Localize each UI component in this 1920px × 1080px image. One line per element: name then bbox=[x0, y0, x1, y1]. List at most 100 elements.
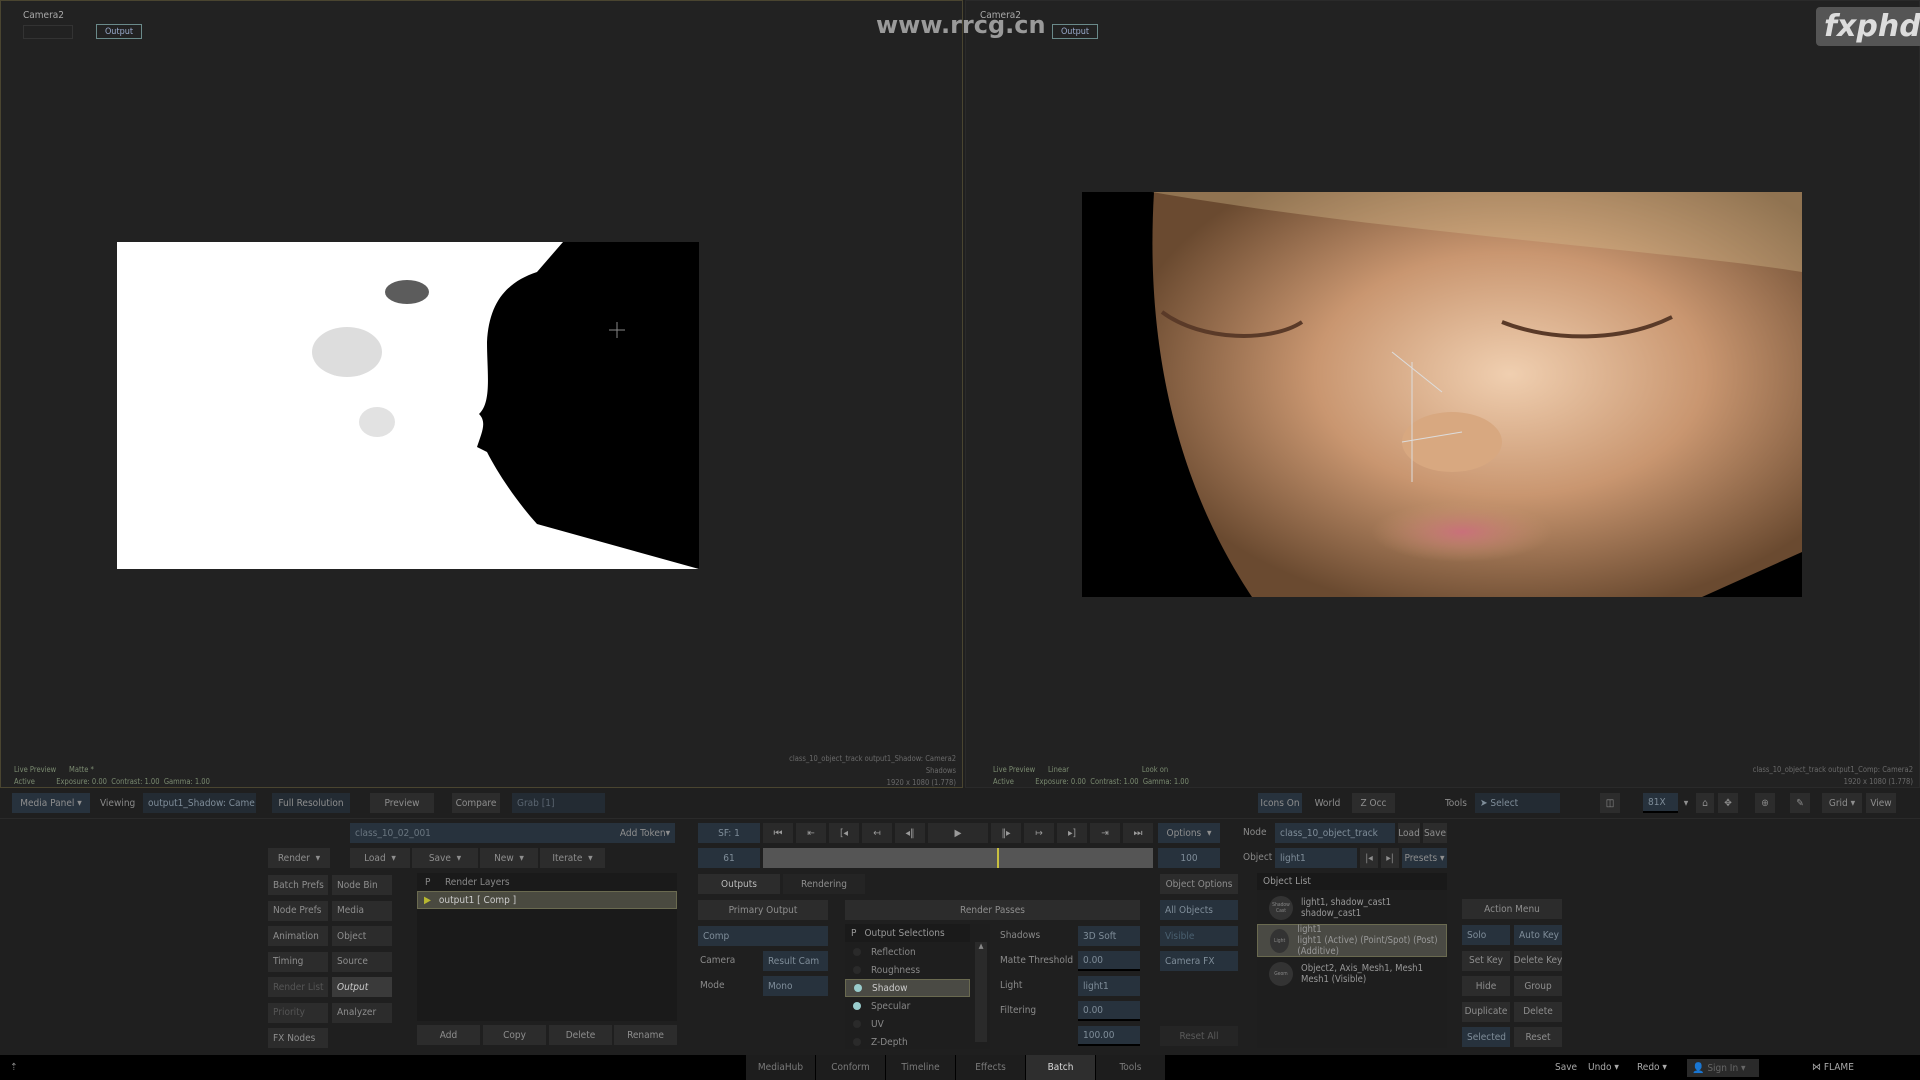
z-occ-button[interactable]: Z Occ bbox=[1352, 793, 1395, 813]
filtering-field[interactable]: 0.00 bbox=[1078, 1001, 1140, 1021]
node-load-button[interactable]: Load bbox=[1398, 823, 1420, 843]
grid-button[interactable]: Grid ▾ bbox=[1822, 793, 1862, 813]
tab-batch[interactable]: Batch bbox=[1026, 1055, 1095, 1080]
select-tool[interactable]: ➤ Select bbox=[1475, 793, 1560, 813]
visible-select[interactable]: Visible bbox=[1160, 926, 1238, 946]
pass-toggle-icon[interactable] bbox=[853, 948, 861, 956]
batch-nav-button[interactable]: Timing bbox=[268, 951, 328, 972]
tab-rendering[interactable]: Rendering bbox=[783, 874, 865, 894]
target-icon[interactable]: ⊕ bbox=[1755, 793, 1775, 813]
prev-keyframe-icon[interactable]: ↤ bbox=[862, 823, 892, 843]
play-button[interactable]: ▶ bbox=[928, 823, 988, 843]
pass-toggle-icon[interactable] bbox=[853, 966, 861, 974]
left-viewport[interactable]: Camera2 Output Live Preview Matte * Acti… bbox=[0, 0, 963, 788]
iterate-button[interactable]: Iterate ▾ bbox=[540, 848, 605, 868]
batch-nav-button[interactable]: Node Prefs bbox=[268, 900, 328, 921]
pass-toggle-icon[interactable] bbox=[853, 1038, 861, 1046]
full-resolution-button[interactable]: Full Resolution bbox=[272, 793, 350, 813]
tab-conform[interactable]: Conform bbox=[816, 1055, 885, 1080]
end-frame-field[interactable]: 100 bbox=[1158, 848, 1220, 868]
load-button[interactable]: Load ▾ bbox=[350, 848, 410, 868]
matte-threshold-field[interactable]: 0.00 bbox=[1078, 951, 1140, 971]
action-button[interactable]: Duplicate bbox=[1462, 1001, 1510, 1022]
action-button[interactable]: Set Key bbox=[1462, 950, 1510, 971]
viewing-select[interactable]: output1_Shadow: Came bbox=[143, 793, 256, 813]
action-button[interactable]: Group bbox=[1514, 976, 1562, 996]
save-button[interactable]: Save ▾ bbox=[412, 848, 478, 868]
batch-nav-button[interactable]: Priority bbox=[268, 1002, 328, 1023]
object-list-item[interactable]: Light light1 light1 (Active) (Point/Spot) … bbox=[1257, 924, 1447, 957]
next-key-icon[interactable]: ⇥ bbox=[1090, 823, 1120, 843]
move-icon[interactable]: ✥ bbox=[1718, 793, 1738, 813]
tab-mediahub[interactable]: MediaHub bbox=[746, 1055, 815, 1080]
mode-select[interactable]: Mono bbox=[763, 976, 828, 996]
tab-outputs[interactable]: Outputs bbox=[698, 874, 780, 894]
pass-item[interactable]: Reflection bbox=[845, 943, 970, 961]
redo-button[interactable]: Redo ▾ bbox=[1637, 1062, 1667, 1073]
action-button[interactable]: Solo bbox=[1462, 925, 1510, 945]
pass-toggle-icon[interactable] bbox=[853, 1002, 861, 1010]
node-save-button[interactable]: Save bbox=[1423, 823, 1447, 843]
token-field[interactable]: class_10_02_001 bbox=[350, 823, 615, 843]
tab-timeline[interactable]: Timeline bbox=[886, 1055, 955, 1080]
out-point-icon[interactable]: ▸] bbox=[1057, 823, 1087, 843]
pass-item[interactable]: UV bbox=[845, 1015, 970, 1033]
add-token-button[interactable]: Add Token ▾ bbox=[615, 823, 675, 843]
reset-all-button[interactable]: Reset All bbox=[1160, 1026, 1238, 1046]
action-button[interactable]: Reset bbox=[1514, 1027, 1562, 1047]
batch-nav-button[interactable]: Source bbox=[332, 951, 392, 972]
camera-fx-select[interactable]: Camera FX bbox=[1160, 951, 1238, 971]
new-button[interactable]: New ▾ bbox=[480, 848, 538, 868]
add-layer-button[interactable]: Add bbox=[417, 1025, 480, 1045]
pass-item[interactable]: Shadow bbox=[845, 979, 970, 997]
object-field[interactable]: light1 bbox=[1275, 848, 1357, 868]
tab-effects[interactable]: Effects bbox=[956, 1055, 1025, 1080]
output-tab[interactable]: Output bbox=[1052, 24, 1098, 39]
object-list-item[interactable]: Shadow Cast light1, shadow_cast1 shadow_ca… bbox=[1257, 891, 1447, 924]
batch-nav-button[interactable]: Node Bin bbox=[332, 875, 392, 895]
prev-key-icon[interactable]: ⇤ bbox=[796, 823, 826, 843]
pass-toggle-icon[interactable] bbox=[854, 984, 862, 992]
all-objects-select[interactable]: All Objects bbox=[1160, 900, 1238, 920]
current-frame-field[interactable]: 61 bbox=[698, 848, 760, 868]
camera-select[interactable]: Result Cam bbox=[763, 951, 828, 971]
batch-nav-button[interactable]: Animation bbox=[268, 926, 328, 946]
batch-nav-button[interactable]: Media bbox=[332, 900, 392, 921]
action-button[interactable]: Delete bbox=[1514, 1001, 1562, 1022]
go-end-icon[interactable]: ⏭ bbox=[1123, 823, 1153, 843]
action-button[interactable]: Delete Key bbox=[1514, 950, 1562, 971]
rename-layer-button[interactable]: Rename bbox=[614, 1025, 677, 1045]
pass-toggle-icon[interactable] bbox=[853, 1020, 861, 1028]
playhead[interactable] bbox=[997, 848, 999, 868]
eyedropper-icon[interactable]: ✎ bbox=[1790, 793, 1810, 813]
batch-nav-button[interactable]: Render List bbox=[268, 977, 328, 997]
zoom-dropdown-icon[interactable]: ▾ bbox=[1680, 793, 1692, 813]
action-button[interactable]: Hide bbox=[1462, 976, 1510, 996]
media-panel-button[interactable]: Media Panel ▾ bbox=[12, 793, 90, 813]
render-button[interactable]: Render ▾ bbox=[268, 848, 330, 868]
render-layers-list[interactable]: P Render Layers ▶ output1 [ Comp ] bbox=[417, 873, 677, 1021]
view-button[interactable]: View bbox=[1866, 793, 1896, 813]
world-button[interactable]: World bbox=[1305, 793, 1350, 813]
timeline-scrubber[interactable] bbox=[763, 848, 1153, 868]
comp-field[interactable]: Comp bbox=[698, 926, 828, 946]
batch-nav-button[interactable]: Batch Prefs bbox=[268, 875, 328, 895]
object-list-item[interactable]: Geom Object2, Axis_Mesh1, Mesh1 Mesh1 (Vis… bbox=[1257, 957, 1447, 990]
grab-button[interactable]: Grab [1] bbox=[512, 793, 605, 813]
save-status-button[interactable]: Save bbox=[1555, 1062, 1577, 1073]
layer-row[interactable]: ▶ output1 [ Comp ] bbox=[417, 891, 677, 909]
light-select[interactable]: light1 bbox=[1078, 976, 1140, 996]
action-button[interactable]: Auto Key bbox=[1514, 925, 1562, 945]
viewport-tab-empty[interactable] bbox=[23, 25, 73, 39]
action-button[interactable]: Selected bbox=[1462, 1027, 1510, 1047]
home-icon[interactable]: ⌂ bbox=[1696, 793, 1714, 813]
split-view-icon[interactable]: ◫ bbox=[1600, 793, 1620, 813]
batch-nav-button[interactable]: Object bbox=[332, 926, 392, 946]
step-back-icon[interactable]: ◂‖ bbox=[895, 823, 925, 843]
batch-nav-button[interactable]: FX Nodes bbox=[268, 1028, 328, 1048]
delete-layer-button[interactable]: Delete bbox=[549, 1025, 612, 1045]
icons-on-button[interactable]: Icons On bbox=[1258, 793, 1302, 813]
next-object-icon[interactable]: ▸| bbox=[1381, 848, 1399, 868]
copy-layer-button[interactable]: Copy bbox=[483, 1025, 546, 1045]
batch-nav-button[interactable]: Output bbox=[332, 977, 392, 997]
